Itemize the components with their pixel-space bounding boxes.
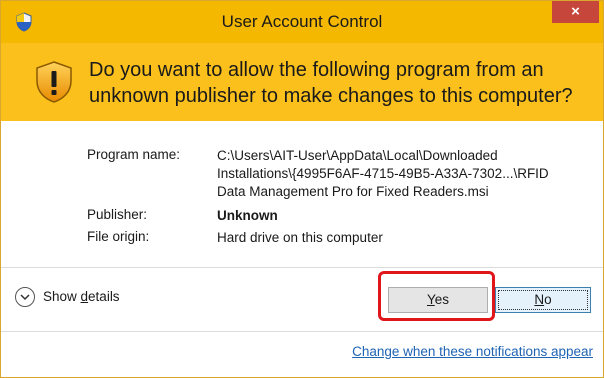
change-notifications-link[interactable]: Change when these notifications appear bbox=[352, 344, 593, 359]
uac-question: Do you want to allow the following progr… bbox=[89, 59, 573, 107]
program-name-line: Installations\{4995F6AF-4715-49B5-A33A-7… bbox=[217, 166, 549, 181]
program-name-line: Data Management Pro for Fixed Readers.ms… bbox=[217, 184, 489, 199]
close-button[interactable]: × bbox=[552, 1, 599, 23]
program-name-value: C:\Users\AIT-User\AppData\Local\Download… bbox=[217, 147, 587, 201]
show-details-label[interactable]: Show details bbox=[43, 289, 120, 304]
no-button[interactable]: No bbox=[495, 287, 591, 313]
title-bar[interactable]: User Account Control × bbox=[1, 1, 603, 43]
yes-button[interactable]: Yes bbox=[388, 287, 488, 313]
yes-label: es bbox=[434, 292, 450, 307]
program-name-label: Program name: bbox=[87, 147, 181, 162]
publisher-value: Unknown bbox=[217, 208, 278, 223]
warning-shield-icon bbox=[36, 61, 72, 103]
publisher-label: Publisher: bbox=[87, 207, 148, 222]
header-band: Do you want to allow the following progr… bbox=[1, 43, 603, 121]
chevron-down-icon[interactable] bbox=[15, 287, 35, 307]
program-name-line: C:\Users\AIT-User\AppData\Local\Download… bbox=[217, 148, 498, 163]
file-origin-value: Hard drive on this computer bbox=[217, 230, 383, 245]
divider bbox=[1, 267, 603, 268]
focus-rectangle bbox=[498, 290, 588, 310]
window-title: User Account Control bbox=[221, 12, 383, 31]
divider bbox=[1, 331, 603, 332]
file-origin-label: File origin: bbox=[87, 229, 150, 244]
uac-dialog: User Account Control × Do you want to al… bbox=[0, 0, 604, 378]
yes-accelerator: Y bbox=[426, 292, 435, 307]
